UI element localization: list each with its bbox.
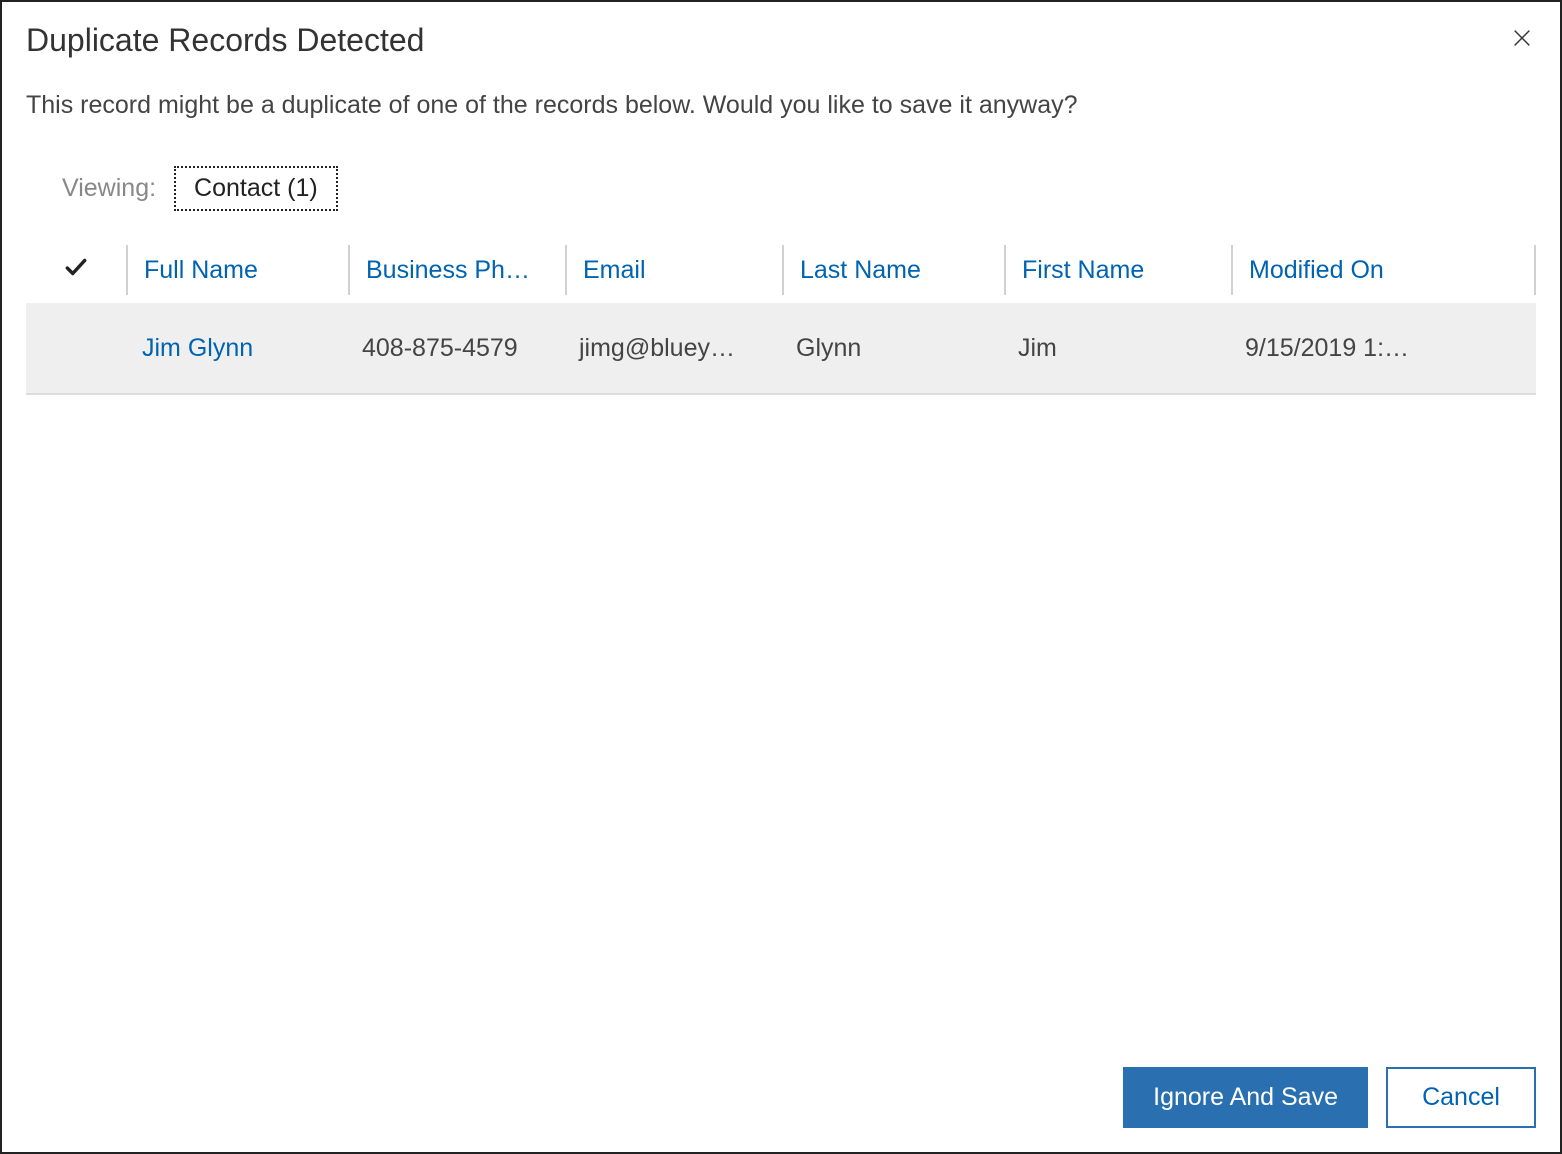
close-icon: [1511, 27, 1533, 54]
dialog-message: This record might be a duplicate of one …: [2, 69, 1560, 138]
column-header-email[interactable]: Email: [567, 237, 782, 303]
grid-header: Full Name Business Ph… Email Last Name F…: [26, 237, 1536, 303]
cell-email: jimg@bluey…: [563, 334, 780, 363]
viewing-label: Viewing:: [62, 174, 156, 203]
column-select-all[interactable]: [26, 237, 126, 303]
column-header-lastname[interactable]: Last Name: [784, 237, 1004, 303]
cell-modified-on: 9/15/2019 1:…: [1229, 334, 1536, 363]
table-row[interactable]: Jim Glynn 408-875-4579 jimg@bluey… Glynn…: [26, 303, 1536, 393]
grid-body: Jim Glynn 408-875-4579 jimg@bluey… Glynn…: [26, 303, 1536, 395]
cell-lastname: Glynn: [780, 334, 1002, 363]
cell-fullname-link[interactable]: Jim Glynn: [126, 334, 346, 363]
dialog-header: Duplicate Records Detected: [2, 2, 1560, 69]
dialog-footer: Ignore And Save Cancel: [1123, 1067, 1536, 1128]
column-header-business-phone[interactable]: Business Ph…: [350, 237, 565, 303]
cancel-button[interactable]: Cancel: [1386, 1067, 1536, 1128]
close-button[interactable]: [1508, 27, 1536, 55]
cell-business-phone: 408-875-4579: [346, 334, 563, 363]
viewing-tab-contact[interactable]: Contact (1): [174, 166, 338, 211]
cell-firstname: Jim: [1002, 334, 1229, 363]
duplicate-records-dialog: Duplicate Records Detected This record m…: [0, 0, 1562, 1154]
checkmark-icon: [63, 254, 89, 287]
column-header-modified-on[interactable]: Modified On: [1233, 237, 1534, 303]
dialog-title: Duplicate Records Detected: [26, 22, 424, 59]
column-header-firstname[interactable]: First Name: [1006, 237, 1231, 303]
duplicates-grid: Full Name Business Ph… Email Last Name F…: [26, 237, 1536, 395]
column-header-fullname[interactable]: Full Name: [128, 237, 348, 303]
ignore-and-save-button[interactable]: Ignore And Save: [1123, 1067, 1368, 1128]
viewing-row: Viewing: Contact (1): [2, 138, 1560, 227]
column-separator: [1534, 245, 1536, 295]
